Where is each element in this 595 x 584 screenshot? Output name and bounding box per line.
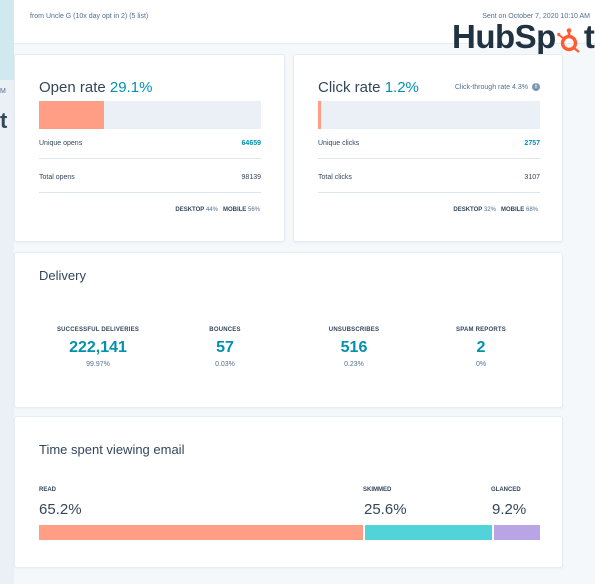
time-segment-skimmed xyxy=(365,525,493,540)
click-rate-bar-fill xyxy=(318,101,321,129)
time-spent-title: Time spent viewing email xyxy=(39,442,185,457)
delivery-stat-bounces: BOUNCES 57 0.03% xyxy=(175,327,275,368)
open-device-breakdown: DESKTOP 44% MOBILE 56% xyxy=(175,207,260,213)
glanced-label: GLANCED xyxy=(491,487,521,493)
stat-label: SUCCESSFUL DELIVERIES xyxy=(56,327,140,333)
stat-label: BOUNCES xyxy=(209,327,241,333)
total-opens-row: Total opens 98139 xyxy=(39,163,261,193)
logo-text: HubSp xyxy=(452,18,556,55)
stat-percent: 0% xyxy=(475,361,487,368)
background-panel-accent xyxy=(0,0,14,80)
time-spent-card: Time spent viewing email READ 65.2% SKIM… xyxy=(14,416,563,568)
open-rate-bar-fill xyxy=(39,101,104,129)
stat-value: 2 xyxy=(476,339,486,356)
mobile-value: 56% xyxy=(247,207,260,213)
total-opens-label: Total opens xyxy=(39,174,75,181)
stat-percent: 0.23% xyxy=(344,361,364,368)
time-spent-bar xyxy=(39,525,540,540)
glanced-value: 9.2% xyxy=(492,501,527,518)
unique-clicks-row: Unique clicks 2757 xyxy=(318,129,540,159)
unique-opens-label: Unique opens xyxy=(39,140,83,147)
unique-clicks-link[interactable]: 2757 xyxy=(524,140,540,147)
unique-opens-row: Unique opens 64659 xyxy=(39,129,261,159)
click-rate-title: Click rate 1.2% xyxy=(318,79,419,96)
stat-value: 516 xyxy=(340,339,368,356)
background-text-fragment: t xyxy=(0,108,8,133)
ctr-text: Click-through rate 4.3% xyxy=(454,83,528,91)
mobile-label: MOBILE xyxy=(222,207,247,213)
desktop-value: 44% xyxy=(205,207,218,213)
desktop-value: 32% xyxy=(483,207,496,213)
total-opens-value: 98139 xyxy=(241,174,261,181)
time-segment-read xyxy=(39,525,364,540)
delivery-card: Delivery SUCCESSFUL DELIVERIES 222,141 9… xyxy=(14,252,563,408)
desktop-label: DESKTOP xyxy=(175,207,205,213)
info-icon[interactable]: i xyxy=(532,83,540,91)
click-rate-value: 1.2% xyxy=(384,79,419,96)
desktop-label: DESKTOP xyxy=(453,207,483,213)
delivery-stat-unsubscribes: UNSUBSCRIBES 516 0.23% xyxy=(304,327,404,368)
time-segment-glanced xyxy=(494,525,540,540)
click-rate-card: Click rate 1.2% Click-through rate 4.3% … xyxy=(293,54,563,242)
total-clicks-label: Total clicks xyxy=(318,174,352,181)
click-rate-label: Click rate xyxy=(318,79,381,96)
mobile-value: 68% xyxy=(525,207,538,213)
unique-clicks-label: Unique clicks xyxy=(318,140,360,147)
stat-value: 57 xyxy=(216,339,234,356)
sender-info: from Uncle G (10x day opt in 2) (5 list) xyxy=(30,13,149,20)
open-rate-title: Open rate 29.1% xyxy=(39,79,152,96)
background-text-fragment: M xyxy=(0,88,6,95)
skimmed-label: SKIMMED xyxy=(363,487,392,493)
delivery-stat-spam: SPAM REPORTS 2 0% xyxy=(431,327,531,368)
hubspot-logo: HubSp t xyxy=(452,18,595,55)
delivery-title: Delivery xyxy=(39,268,86,283)
skimmed-value: 25.6% xyxy=(364,501,407,518)
total-clicks-value: 3107 xyxy=(524,174,540,181)
open-rate-label: Open rate xyxy=(39,79,106,96)
stat-label: UNSUBSCRIBES xyxy=(328,327,380,333)
open-rate-bar xyxy=(39,101,261,129)
total-clicks-row: Total clicks 3107 xyxy=(318,163,540,193)
sprocket-icon xyxy=(557,26,583,53)
stat-percent: 0.03% xyxy=(215,361,235,368)
mobile-label: MOBILE xyxy=(500,207,525,213)
stat-percent: 99.97% xyxy=(86,361,110,368)
stat-label: SPAM REPORTS xyxy=(456,327,506,333)
logo-text: t xyxy=(583,18,595,55)
click-rate-bar xyxy=(318,101,540,129)
click-through-rate: Click-through rate 4.3% i xyxy=(455,83,540,91)
stat-value: 222,141 xyxy=(69,339,127,356)
open-rate-value: 29.1% xyxy=(109,79,153,96)
click-device-breakdown: DESKTOP 32% MOBILE 68% xyxy=(453,207,538,213)
read-value: 65.2% xyxy=(39,501,82,518)
unique-opens-link[interactable]: 64659 xyxy=(242,140,261,147)
delivery-stat-successful: SUCCESSFUL DELIVERIES 222,141 99.97% xyxy=(48,327,148,368)
read-label: READ xyxy=(39,487,57,493)
open-rate-card: Open rate 29.1% Unique opens 64659 Total… xyxy=(14,54,285,242)
